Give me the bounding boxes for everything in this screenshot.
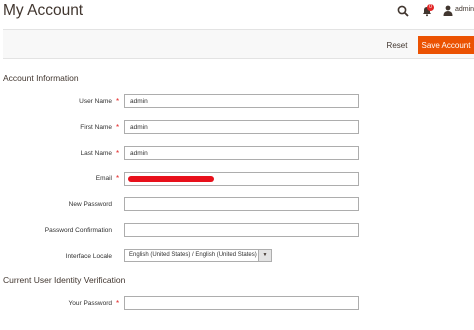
interface-locale-value: English (United States) / English (Unite… (129, 252, 257, 258)
save-account-button[interactable]: Save Account (418, 36, 474, 54)
password-confirmation-label: Password Confirmation (44, 227, 112, 234)
last-name-input[interactable] (124, 146, 359, 160)
user-name-label: User Name (79, 98, 112, 105)
notification-count-badge[interactable]: 0 (427, 4, 434, 11)
user-name-input[interactable] (124, 94, 359, 108)
required-asterisk: * (116, 97, 120, 106)
your-password-label: Your Password (68, 300, 112, 307)
first-name-input[interactable] (124, 120, 359, 134)
interface-locale-select[interactable]: English (United States) / English (Unite… (124, 249, 272, 262)
required-asterisk: * (116, 123, 120, 132)
account-information-heading: Account Information (3, 73, 79, 83)
email-label: Email (95, 175, 112, 182)
first-name-label: First Name (80, 124, 112, 131)
search-icon[interactable] (397, 5, 409, 17)
new-password-label: New Password (68, 201, 112, 208)
password-confirmation-input[interactable] (124, 223, 359, 237)
new-password-input[interactable] (124, 197, 359, 211)
your-password-input[interactable] (124, 296, 359, 310)
email-redaction (128, 176, 214, 182)
required-asterisk: * (116, 299, 120, 308)
chevron-down-icon[interactable]: ▼ (258, 250, 271, 261)
user-menu-name[interactable]: admin (455, 6, 474, 13)
required-asterisk: * (116, 174, 120, 183)
interface-locale-label: Interface Locale (65, 253, 112, 260)
identity-verification-heading: Current User Identity Verification (3, 275, 126, 285)
user-icon[interactable] (443, 5, 453, 16)
page-title: My Account (3, 2, 84, 19)
required-asterisk: * (116, 149, 120, 158)
reset-button[interactable]: Reset (381, 37, 413, 53)
last-name-label: Last Name (80, 150, 112, 157)
